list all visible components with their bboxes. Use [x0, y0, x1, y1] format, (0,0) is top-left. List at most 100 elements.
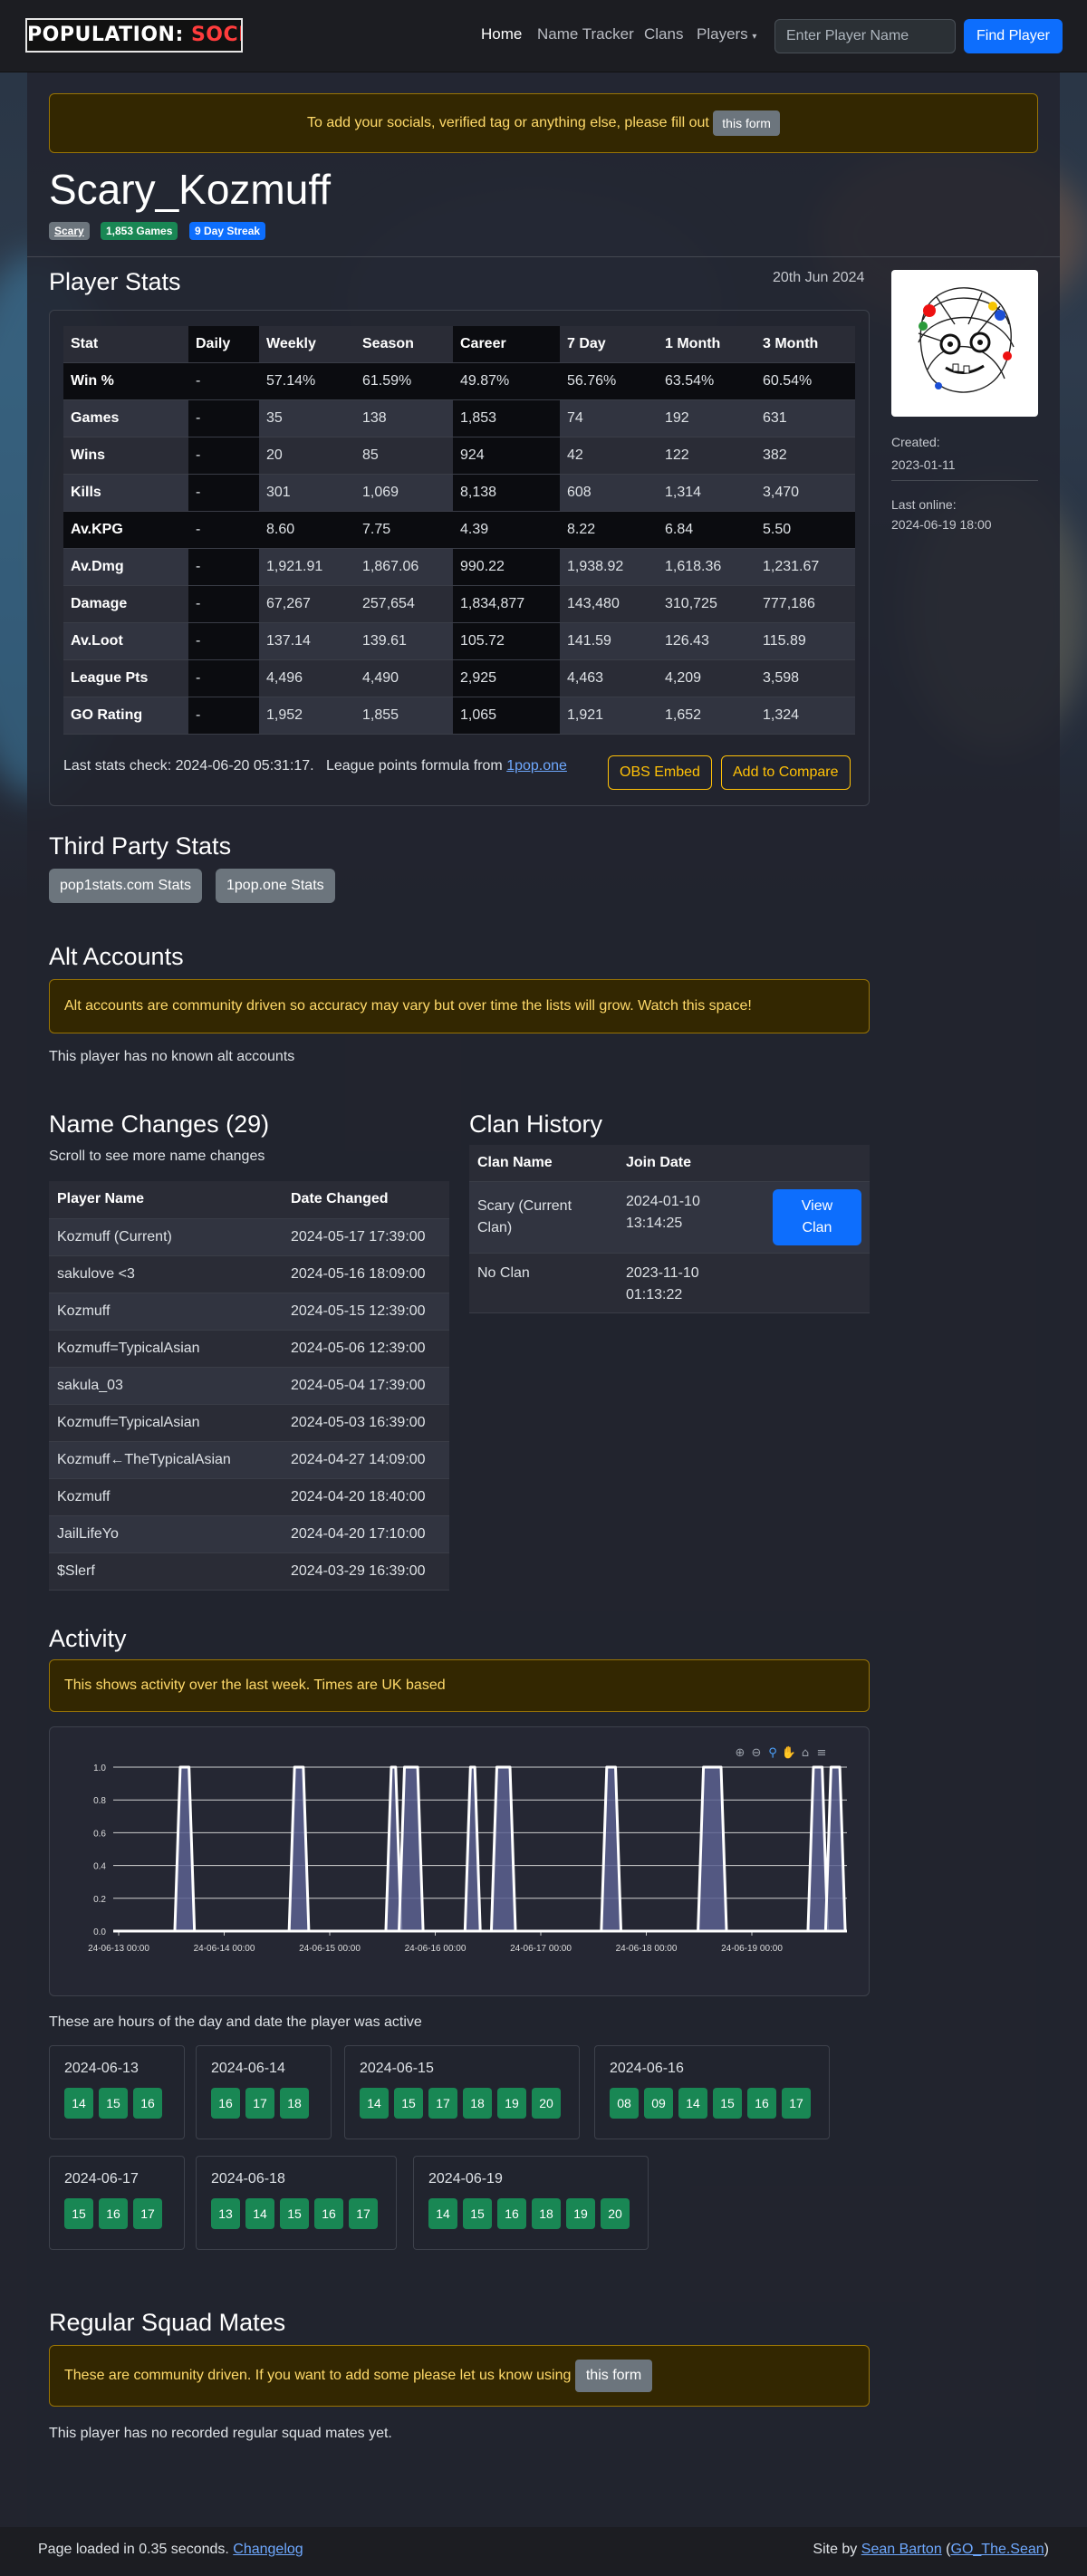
alt-accounts-heading: Alt Accounts — [49, 943, 184, 970]
nav-home[interactable]: Home — [481, 25, 522, 43]
activity-day-card: 2024-06-18 13 14 15 16 17 — [196, 2156, 397, 2250]
clans-col-header: Clan Name — [469, 1145, 618, 1182]
stat-value: - — [188, 474, 259, 512]
activity-area — [463, 1765, 482, 1933]
pop1stats-button[interactable]: pop1stats.com Stats — [49, 869, 202, 903]
changelog-link[interactable]: Changelog — [233, 2542, 303, 2557]
stat-value: 4.39 — [453, 511, 560, 549]
this-form-button[interactable]: this form — [713, 110, 780, 136]
table-row: Win % -57.14% 61.59% 49.87% 56.76% 63.54% 60.5… — [63, 362, 855, 400]
x-tick-label: 24-06-16 00:00 — [405, 1944, 467, 1954]
activity-hour-badge: 20 — [532, 2088, 561, 2119]
stat-value: - — [188, 622, 259, 660]
previous-name: Kozmuff=TypicalAsian — [49, 1404, 283, 1442]
clan-action — [765, 1253, 870, 1313]
activity-hour-badge: 18 — [532, 2198, 561, 2229]
player-search-input[interactable] — [774, 19, 956, 53]
formula-link[interactable]: 1pop.one — [506, 758, 567, 774]
nav-name-tracker[interactable]: Name Tracker — [537, 25, 634, 43]
activity-hour-badge: 14 — [64, 2088, 93, 2119]
obs-embed-button[interactable]: OBS Embed — [608, 755, 712, 790]
clan-join-date: 2024-01-10 13:14:25 — [618, 1181, 765, 1254]
find-player-button[interactable]: Find Player — [964, 19, 1063, 53]
magnify-icon[interactable]: ⚲ — [768, 1746, 777, 1760]
pan-hand-icon[interactable]: ✋ — [782, 1745, 796, 1760]
date-changed: 2024-05-06 12:39:00 — [283, 1330, 449, 1368]
author-handle-link[interactable]: GO_The.Sean — [951, 2542, 1044, 2557]
activity-day-date: 2024-06-15 — [360, 2061, 434, 2076]
activity-hour-badge: 17 — [245, 2088, 274, 2119]
zoom-out-icon[interactable]: ⊖ — [752, 1746, 762, 1760]
table-row: Damage -67,267 257,654 1,834,877 143,480 310,… — [63, 585, 855, 623]
activity-day-date: 2024-06-17 — [64, 2171, 139, 2187]
activity-day-card: 2024-06-13 14 15 16 — [49, 2045, 185, 2139]
stat-value: 122 — [658, 437, 755, 475]
activity-hour-badge: 15 — [713, 2088, 742, 2119]
scroll-hint: Scroll to see more name changes — [49, 1149, 265, 1164]
stat-value: 67,267 — [259, 585, 355, 623]
stat-value: - — [188, 697, 259, 735]
stat-value: 141.59 — [560, 622, 658, 660]
1pop-stats-button[interactable]: 1pop.one Stats — [216, 869, 335, 903]
activity-hour-badge: 14 — [678, 2088, 707, 2119]
y-tick-label: 1.0 — [93, 1764, 106, 1773]
date-changed: 2024-03-29 16:39:00 — [283, 1552, 449, 1591]
author-link[interactable]: Sean Barton — [861, 2542, 942, 2557]
clans-col-header: Join Date — [618, 1145, 765, 1182]
stat-value: 2,925 — [453, 659, 560, 697]
date-changed: 2024-05-16 18:09:00 — [283, 1255, 449, 1293]
activity-area — [697, 1765, 728, 1933]
stat-label: Av.Loot — [63, 622, 188, 660]
clan-badge[interactable]: Scary — [49, 222, 90, 240]
clan-name: No Clan — [469, 1253, 618, 1313]
table-row: Kozmuff=TypicalAsian 2024-05-03 16:39:00 — [49, 1404, 449, 1442]
stat-value: 1,853 — [453, 399, 560, 437]
stat-value: 8.60 — [259, 511, 355, 549]
activity-day-date: 2024-06-16 — [610, 2061, 684, 2076]
stat-value: 1,952 — [259, 697, 355, 735]
stat-value: 4,209 — [658, 659, 755, 697]
nav-clans[interactable]: Clans — [644, 25, 683, 43]
home-icon[interactable]: ⌂ — [802, 1746, 809, 1760]
stat-value: 257,654 — [355, 585, 453, 623]
activity-area — [489, 1765, 517, 1933]
stat-value: - — [188, 511, 259, 549]
view-clan-button[interactable]: View Clan — [773, 1188, 861, 1245]
x-tick-label: 24-06-14 00:00 — [194, 1944, 255, 1954]
nav-players-dropdown[interactable]: Players ▾ — [697, 25, 756, 43]
squad-mates-heading: Regular Squad Mates — [49, 2309, 286, 2336]
squad-form-button[interactable]: this form — [574, 2359, 653, 2392]
stat-value: 6.84 — [658, 511, 755, 549]
footer-left: Page loaded in 0.35 seconds. Changelog — [38, 2542, 303, 2558]
activity-area — [600, 1765, 623, 1933]
formula-text: League points formula from — [325, 758, 503, 774]
stat-value: 631 — [755, 399, 855, 437]
activity-hour-badge: 15 — [64, 2198, 93, 2229]
footer: Page loaded in 0.35 seconds. Changelog S… — [0, 2527, 1087, 2576]
zoom-in-icon[interactable]: ⊕ — [736, 1746, 746, 1760]
stat-value: 35 — [259, 399, 355, 437]
y-tick-label: 0.4 — [93, 1862, 106, 1872]
stat-value: 137.14 — [259, 622, 355, 660]
stats-col-header: 7 Day — [560, 326, 658, 363]
stat-value: 74 — [560, 399, 658, 437]
activity-chart[interactable]: 0.0 0.2 0.4 0.6 0.8 1.0 24-06-13 00:00 24-06-14… — [50, 1727, 871, 1997]
add-to-compare-button[interactable]: Add to Compare — [721, 755, 851, 790]
date-changed: 2024-05-03 16:39:00 — [283, 1404, 449, 1442]
stat-value: 1,867.06 — [355, 548, 453, 586]
stat-value: 1,314 — [658, 474, 755, 512]
stat-label: GO Rating — [63, 697, 188, 735]
date-changed: 2024-05-17 17:39:00 — [283, 1218, 449, 1256]
activity-hour-badge: 09 — [644, 2088, 673, 2119]
stat-value: 1,834,877 — [453, 585, 560, 623]
stat-value: 990.22 — [453, 548, 560, 586]
stat-value: - — [188, 362, 259, 400]
stat-value: 4,490 — [355, 659, 453, 697]
activity-day-date: 2024-06-19 — [428, 2171, 503, 2187]
site-logo[interactable]: POPULATION: SOCIALS — [25, 18, 243, 53]
stat-value: 777,186 — [755, 585, 855, 623]
menu-icon[interactable]: ≡ — [817, 1746, 827, 1760]
activity-hour-badge: 14 — [428, 2198, 457, 2229]
activity-hour-badge: 18 — [463, 2088, 492, 2119]
activity-day-card: 2024-06-19 14 15 16 18 19 20 — [413, 2156, 649, 2250]
